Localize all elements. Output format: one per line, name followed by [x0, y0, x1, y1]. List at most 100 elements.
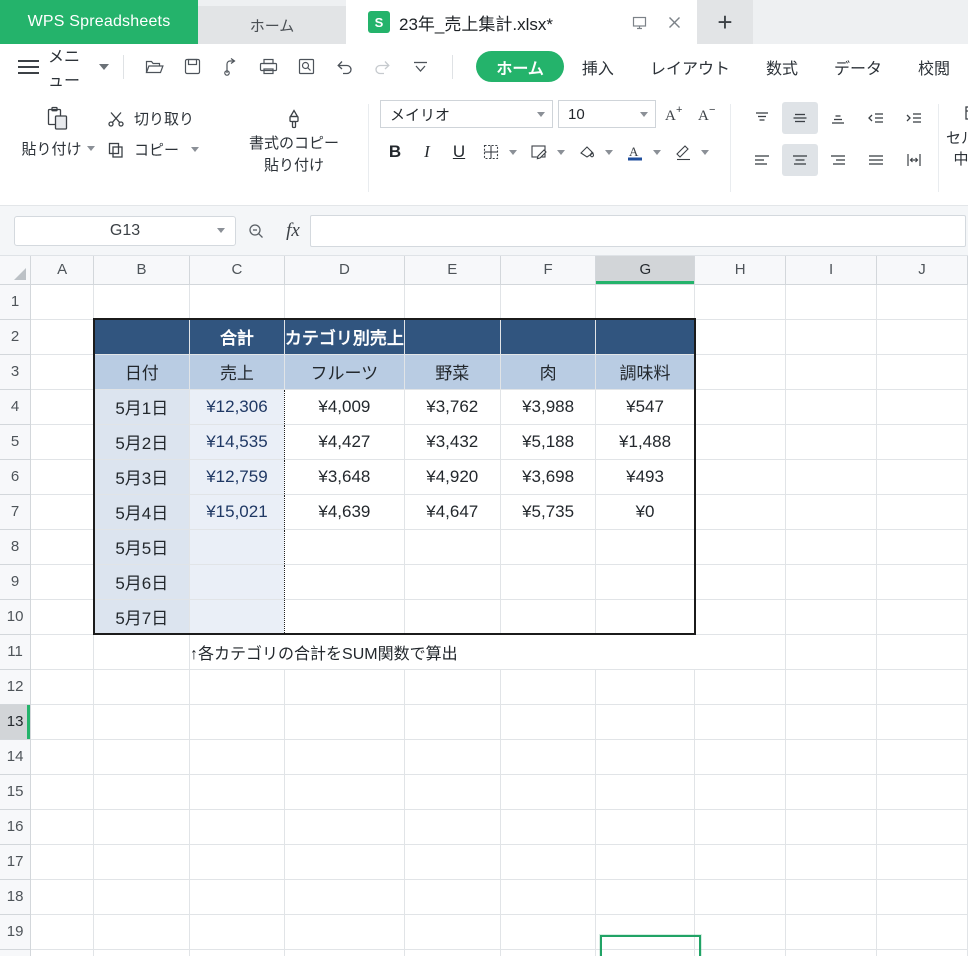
cell-F3[interactable]: 肉: [500, 354, 597, 390]
cell-C19[interactable]: [189, 914, 285, 950]
align-left-button[interactable]: [744, 144, 780, 176]
cell-B12[interactable]: [93, 669, 191, 705]
cell-A11[interactable]: [30, 634, 95, 670]
monitor-icon[interactable]: [626, 9, 652, 35]
cell-H11[interactable]: [694, 634, 787, 670]
column-header-A[interactable]: A: [30, 256, 95, 285]
cell-A8[interactable]: [30, 529, 95, 565]
column-header-H[interactable]: H: [694, 256, 787, 285]
cell-F8[interactable]: [500, 529, 597, 565]
cell-H16[interactable]: [694, 809, 787, 845]
cell-B13[interactable]: [93, 704, 191, 740]
cell-B9[interactable]: 5月6日: [92, 564, 191, 600]
chevron-down-icon[interactable]: [640, 111, 648, 117]
cut-button[interactable]: 切り取り: [106, 108, 226, 129]
cell-C3[interactable]: 売上: [189, 354, 285, 390]
print-icon[interactable]: [252, 52, 286, 82]
chevron-down-icon[interactable]: [701, 149, 709, 155]
cell-H7[interactable]: [694, 494, 787, 530]
cell-I8[interactable]: [785, 529, 877, 565]
name-box[interactable]: G13: [14, 215, 236, 246]
cell-E16[interactable]: [404, 809, 501, 845]
cell-A19[interactable]: [30, 914, 95, 950]
row-header-5[interactable]: 5: [0, 424, 32, 460]
cell-E2[interactable]: [404, 318, 501, 355]
cell-C18[interactable]: [189, 879, 285, 915]
row-header-17[interactable]: 17: [0, 844, 32, 880]
column-header-I[interactable]: I: [785, 256, 877, 285]
cell-E12[interactable]: [404, 669, 501, 705]
cell-I18[interactable]: [785, 879, 877, 915]
shrink-font-icon[interactable]: A −: [694, 100, 722, 128]
cell-D12[interactable]: [284, 669, 405, 705]
cell-H17[interactable]: [694, 844, 787, 880]
chevron-down-icon[interactable]: [557, 149, 565, 155]
cell-J15[interactable]: [876, 774, 968, 810]
cell-H3[interactable]: [694, 354, 787, 390]
cell-G17[interactable]: [595, 844, 696, 880]
cell-A4[interactable]: [30, 389, 95, 425]
cell-D19[interactable]: [284, 914, 405, 950]
column-header-D[interactable]: D: [284, 256, 405, 285]
cell-C4[interactable]: ¥12,306: [189, 389, 285, 425]
cell-H20[interactable]: [694, 949, 787, 956]
tab-home[interactable]: ホーム: [476, 51, 564, 82]
cell-H10[interactable]: [694, 599, 787, 635]
cell-C2[interactable]: 合計: [189, 318, 285, 355]
row-header-6[interactable]: 6: [0, 459, 32, 495]
cell-I9[interactable]: [785, 564, 877, 600]
increase-indent-button[interactable]: [896, 102, 932, 134]
cell-C17[interactable]: [189, 844, 285, 880]
cell-A1[interactable]: [30, 284, 95, 320]
cell-C12[interactable]: [189, 669, 285, 705]
cell-B6[interactable]: 5月3日: [92, 459, 191, 495]
cell-B1[interactable]: [93, 284, 191, 320]
cell-B2[interactable]: [92, 318, 191, 355]
cell-I20[interactable]: [785, 949, 877, 956]
cell-J3[interactable]: [876, 354, 968, 390]
align-top-button[interactable]: [744, 102, 780, 134]
cell-I5[interactable]: [785, 424, 877, 460]
font-color-icon[interactable]: A: [620, 138, 650, 166]
home-tab[interactable]: ホーム: [198, 6, 346, 44]
cell-C11-note[interactable]: ↑各カテゴリの合計をSUM関数で算出: [189, 634, 695, 670]
cell-J20[interactable]: [876, 949, 968, 956]
cell-C13[interactable]: [189, 704, 285, 740]
cell-G2[interactable]: [595, 318, 696, 355]
cell-E6[interactable]: ¥4,920: [404, 459, 501, 495]
cell-J1[interactable]: [876, 284, 968, 320]
decrease-indent-button[interactable]: [858, 102, 894, 134]
cell-C5[interactable]: ¥14,535: [189, 424, 285, 460]
cell-H6[interactable]: [694, 459, 787, 495]
cell-B10[interactable]: 5月7日: [92, 599, 191, 635]
row-header-10[interactable]: 10: [0, 599, 32, 635]
row-header-11[interactable]: 11: [0, 634, 32, 670]
cell-E14[interactable]: [404, 739, 501, 775]
cell-F14[interactable]: [500, 739, 597, 775]
row-header-3[interactable]: 3: [0, 354, 32, 390]
wrap-text-button[interactable]: [896, 144, 932, 176]
cell-B14[interactable]: [93, 739, 191, 775]
cell-H14[interactable]: [694, 739, 787, 775]
open-folder-icon[interactable]: [138, 52, 172, 82]
cell-I12[interactable]: [785, 669, 877, 705]
cell-E10[interactable]: [404, 599, 501, 635]
row-header-2[interactable]: 2: [0, 319, 32, 355]
cell-E20[interactable]: [404, 949, 501, 956]
align-center-button[interactable]: [782, 144, 818, 176]
cell-E18[interactable]: [404, 879, 501, 915]
cell-F4[interactable]: ¥3,988: [500, 389, 597, 425]
cell-D15[interactable]: [284, 774, 405, 810]
cell-D13[interactable]: [284, 704, 405, 740]
chevron-down-icon[interactable]: [99, 63, 110, 70]
cell-J2[interactable]: [876, 319, 968, 355]
cell-I14[interactable]: [785, 739, 877, 775]
cell-J16[interactable]: [876, 809, 968, 845]
row-header-14[interactable]: 14: [0, 739, 32, 775]
tab-review[interactable]: 校閲: [900, 51, 968, 82]
cell-A13[interactable]: [30, 704, 95, 740]
column-header-C[interactable]: C: [189, 256, 285, 285]
cell-G7[interactable]: ¥0: [595, 494, 696, 530]
cell-D8[interactable]: [284, 529, 405, 565]
copy-button[interactable]: コピー: [106, 139, 226, 160]
